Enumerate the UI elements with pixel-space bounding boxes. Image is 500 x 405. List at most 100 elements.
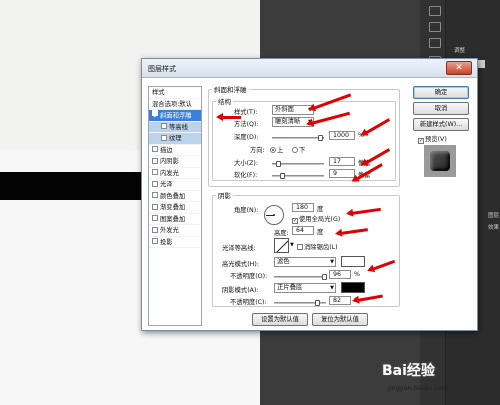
list-item-satin[interactable]: 光泽: [149, 179, 201, 191]
checkbox-icon[interactable]: [161, 134, 167, 141]
checkbox-icon[interactable]: [152, 180, 158, 187]
size-input[interactable]: 17: [329, 157, 355, 166]
gloss-contour-label: 光泽等高线:: [222, 245, 256, 252]
checkbox-icon[interactable]: [152, 157, 158, 164]
direction-down-radio[interactable]: 下: [292, 145, 305, 154]
shadow-opacity-thumb[interactable]: [315, 300, 320, 306]
checkbox-checked-icon[interactable]: ✓: [418, 137, 424, 144]
shadow-opacity-slider[interactable]: [274, 300, 326, 306]
angle-input[interactable]: 180: [292, 203, 314, 212]
soften-label: 软化(F):: [234, 172, 258, 179]
direction-label: 方向:: [250, 147, 265, 154]
shadow-mode-value: 正片叠底: [277, 284, 303, 291]
shading-title: 阴影: [216, 190, 233, 200]
list-item-label: 混合选项:默认: [152, 100, 192, 108]
reset-default-button[interactable]: 复位为默认值: [312, 313, 368, 326]
global-light-label: 使用全局光(G): [299, 216, 341, 223]
list-item-texture[interactable]: 纹理: [149, 133, 201, 145]
style-select-value: 外斜面: [275, 106, 294, 113]
depth-slider[interactable]: [272, 135, 324, 141]
list-item-label: 投影: [160, 238, 173, 246]
list-item-blending-options[interactable]: 混合选项:默认: [149, 99, 201, 110]
altitude-unit: 度: [317, 229, 324, 236]
highlight-color-swatch[interactable]: [341, 256, 365, 267]
shadow-color-swatch[interactable]: [341, 282, 365, 293]
list-item-gradient-overlay[interactable]: 渐变叠加: [149, 202, 201, 214]
size-slider[interactable]: [272, 161, 324, 167]
list-item-label: 内阴影: [160, 158, 179, 165]
list-item-drop-shadow[interactable]: 投影: [149, 237, 201, 248]
checkbox-checked-icon[interactable]: ✓: [292, 217, 298, 224]
checkbox-icon[interactable]: [297, 243, 303, 250]
radio-selected-icon[interactable]: [270, 146, 276, 153]
list-item-label: 外发光: [160, 227, 179, 234]
highlight-mode-select[interactable]: 滤色 ▼: [274, 257, 336, 267]
list-item-stroke[interactable]: 描边: [149, 145, 201, 156]
shadow-mode-select[interactable]: 正片叠底 ▼: [274, 283, 336, 293]
checkbox-icon[interactable]: [152, 238, 158, 244]
radio-icon[interactable]: [292, 146, 298, 153]
shadow-opacity-input[interactable]: 82: [329, 296, 351, 305]
depth-slider-thumb[interactable]: [318, 135, 323, 141]
dialog-title: 图层样式: [148, 65, 176, 73]
highlight-opacity-thumb[interactable]: [322, 274, 327, 280]
global-light-checkbox[interactable]: ✓ 使用全局光(G): [292, 214, 340, 224]
actions-icon[interactable]: [429, 22, 441, 32]
tab-adjustments[interactable]: 调整: [454, 46, 494, 55]
list-item-label: 颜色叠加: [160, 192, 186, 200]
ok-button[interactable]: 确定: [413, 86, 469, 99]
checkbox-icon[interactable]: [152, 146, 158, 152]
preview-label: 预览(V): [425, 136, 447, 143]
altitude-input[interactable]: 64: [292, 226, 314, 235]
angle-dial[interactable]: [264, 205, 284, 225]
antialias-checkbox[interactable]: 消除锯齿(L): [297, 242, 338, 251]
checkbox-icon[interactable]: [152, 192, 158, 198]
adjust-swatch-icon[interactable]: [477, 60, 485, 68]
preview-checkbox[interactable]: ✓ 预览(V): [418, 134, 447, 144]
checkbox-icon[interactable]: [152, 169, 158, 175]
list-item-label: 纹理: [169, 135, 182, 142]
checkbox-icon[interactable]: [152, 215, 158, 221]
list-item-contour[interactable]: 等高线: [149, 121, 201, 133]
make-default-button[interactable]: 设置为默认值: [252, 313, 308, 326]
properties-icon[interactable]: [429, 38, 441, 48]
highlight-opacity-unit: %: [354, 271, 360, 278]
checkbox-icon[interactable]: [152, 226, 158, 233]
layer-style-dialog: 图层样式 ✕ 样式 混合选项:默认 ✓ 斜面和浮雕 等高线 纹理 描边 内阴影 内…: [141, 58, 478, 331]
cancel-button[interactable]: 取消: [413, 102, 469, 115]
close-button[interactable]: ✕: [446, 61, 472, 75]
layer-effects-label: 效果: [488, 225, 500, 231]
highlight-mode-value: 滤色: [277, 258, 290, 265]
soften-slider[interactable]: [272, 173, 324, 179]
shadow-mode-label: 阴影模式(A):: [222, 287, 259, 294]
checkbox-icon[interactable]: [161, 123, 167, 129]
chevron-down-icon: ▼: [330, 259, 334, 265]
list-item-label: 内发光: [160, 169, 179, 177]
list-item-color-overlay[interactable]: 颜色叠加: [149, 191, 201, 202]
list-item-pattern-overlay[interactable]: 图案叠加: [149, 214, 201, 225]
list-item-outer-glow[interactable]: 外发光: [149, 225, 201, 237]
checkbox-checked-icon[interactable]: ✓: [152, 110, 158, 120]
highlight-opacity-slider[interactable]: [274, 274, 327, 280]
checkbox-icon[interactable]: [152, 203, 158, 210]
highlight-opacity-input[interactable]: 96: [329, 270, 351, 279]
chevron-down-icon[interactable]: ▼: [290, 242, 294, 248]
styles-list-header[interactable]: 样式: [149, 87, 201, 99]
dialog-titlebar[interactable]: 图层样式 ✕: [142, 59, 477, 78]
style-label: 样式(T):: [234, 109, 258, 116]
watermark-url: jingyan.baidu.com: [388, 384, 448, 392]
depth-input[interactable]: 1000: [329, 131, 355, 140]
size-slider-thumb[interactable]: [276, 161, 281, 167]
list-item-inner-shadow[interactable]: 内阴影: [149, 156, 201, 168]
list-item-bevel-emboss[interactable]: ✓ 斜面和浮雕: [149, 110, 201, 122]
gloss-contour-picker[interactable]: [274, 238, 289, 253]
soften-slider-thumb[interactable]: [280, 173, 285, 179]
tab-layers[interactable]: 图层: [488, 211, 500, 220]
list-item-inner-glow[interactable]: 内发光: [149, 168, 201, 179]
technique-select-value: 雕刻清晰: [275, 118, 301, 125]
direction-up-radio[interactable]: 上: [270, 145, 283, 154]
list-item-label: 样式: [152, 89, 165, 96]
history-icon[interactable]: [429, 6, 441, 16]
list-item-label: 渐变叠加: [160, 204, 186, 211]
new-style-button[interactable]: 新建样式(W)...: [413, 118, 469, 131]
